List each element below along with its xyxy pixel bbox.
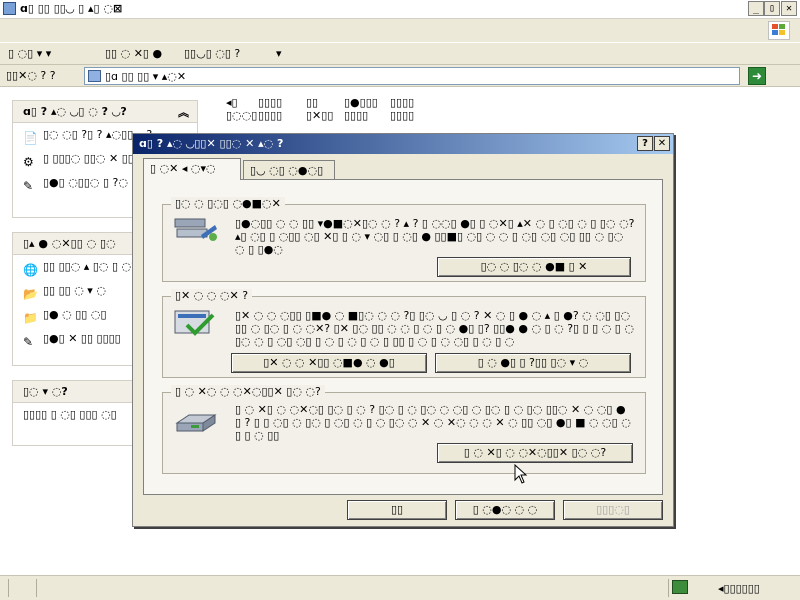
- content-item-line: ▯▯▯▯: [258, 96, 283, 109]
- window-titlebar: ɑ▯ ▯▯ ▯▯◡ ▯ ▴▯ ◌⊠ _ ▯ ✕: [0, 0, 800, 19]
- group-label: ▯✕ ◌ ◌ ◌✕ ?: [171, 289, 253, 302]
- tab-label: ▯◡ ◌▯ ◌●◌▯: [250, 164, 324, 177]
- network-globe-icon: 🌐: [23, 263, 38, 277]
- go-button[interactable]: ➜: [748, 67, 766, 85]
- documents-icon: 📂: [23, 287, 38, 301]
- window-title: ɑ▯ ▯▯ ▯▯◡ ▯ ▴▯ ◌⊠: [20, 2, 123, 15]
- pane-header[interactable]: ɑ▯ ? ▴◌ ◡▯ ◌ ? ◡? ︽: [13, 101, 197, 123]
- place-link-label: ▯●▯ ✕ ▯▯ ▯▯▯▯: [43, 332, 121, 345]
- mouse-cursor-icon: [514, 464, 528, 484]
- add-hardware-wizard-icon: [173, 215, 219, 245]
- content-item[interactable]: ▯▯▯▯ ▯▯▯▯: [390, 96, 414, 122]
- dialog-title: ɑ▯ ? ▴◌ ◡▯▯✕ ▯▯◌ ✕ ▴◌ ?: [139, 137, 284, 150]
- group-description: ▯✕ ◌ ◌ ◌▯▯ ▯■● ◌ ■▯◌ ◌ ◌ ?▯ ▯◌ ◡ ▯ ◌ ? ✕…: [235, 309, 634, 348]
- document-check-icon: 📄: [23, 131, 38, 145]
- group-driver-signing: ▯✕ ◌ ◌ ◌✕ ? ▯✕ ◌ ◌ ◌▯▯ ▯■● ◌ ■▯◌ ◌ ◌ ?▯ …: [162, 289, 646, 378]
- status-cell: [8, 579, 9, 597]
- app-icon: [3, 2, 16, 15]
- settings-icon: ⚙: [23, 155, 34, 169]
- edit-icon: ✎: [23, 179, 34, 193]
- content-item-line: ▯▯: [306, 96, 319, 109]
- back-button[interactable]: ▯ ◌▯ ▾ ▾: [8, 47, 51, 60]
- address-value: ▯ɑ ▯▯ ▯▯ ▾ ▴◌✕: [105, 70, 187, 83]
- content-item-line: ▯▯▯▯: [390, 109, 415, 122]
- pane-title: ▯◌ ▾ ◌?: [23, 385, 68, 398]
- content-item[interactable]: ▯▯ ▯✕▯▯: [306, 96, 333, 122]
- group-description: ▯ ◌ ✕▯ ◌ ◌✕◌▯ ▯◌ ▯ ◌ ? ▯◌ ▯ ◌ ▯◌ ◌ ◌▯ ◌ …: [235, 403, 631, 442]
- hardware-profiles-icon: [173, 407, 219, 437]
- address-bar: ▯▯✕◌ ? ? ▯ɑ ▯▯ ▯▯ ▾ ▴◌✕ ▼ ➜: [0, 65, 800, 87]
- status-bar: ◂▯▯▯▯▯▯: [0, 575, 800, 600]
- apply-button[interactable]: ▯▯▯◌▯: [563, 500, 663, 520]
- control-panel-icon: ✎: [23, 335, 34, 349]
- group-hardware-profiles: ▯ ◌ ✕◌ ◌ ◌✕◌▯▯✕ ▯◌ ◌? ▯ ◌ ✕▯ ◌ ◌✕◌▯ ▯◌ ▯…: [162, 385, 646, 474]
- content-item-line: ▯◌◌▯: [226, 109, 258, 122]
- content-item-line: ▯▯▯▯: [258, 109, 283, 122]
- content-item-line: ◂▯: [226, 96, 238, 109]
- chevron-up-icon[interactable]: ︽: [178, 104, 189, 120]
- close-button[interactable]: ✕: [781, 1, 797, 16]
- pane-title: ɑ▯ ? ▴◌ ◡▯ ◌ ? ◡?: [23, 105, 127, 118]
- minimize-button[interactable]: _: [748, 1, 764, 16]
- content-item-line: ▯▯▯▯: [344, 109, 369, 122]
- dialog-titlebar[interactable]: ɑ▯ ? ▴◌ ◡▯▯✕ ▯▯◌ ✕ ▴◌ ? ? ✕: [133, 134, 673, 154]
- content-item[interactable]: ▯▯▯▯ ▯▯▯▯: [258, 96, 282, 122]
- place-link-label: ▯▯ ▯▯◌ ▴ ▯◌ ▯ ◌?: [43, 260, 137, 273]
- system-properties-dialog: ɑ▯ ? ▴◌ ◡▯▯✕ ▯▯◌ ✕ ▴◌ ? ? ✕ ▯ ◌✕ ◂ ◌▾◌ ▯…: [132, 133, 674, 527]
- help-button[interactable]: ?: [637, 136, 653, 151]
- ok-button[interactable]: ▯▯: [347, 500, 447, 520]
- maximize-button[interactable]: ▯: [764, 1, 780, 16]
- driver-signing-button[interactable]: ▯✕ ◌ ◌ ✕▯▯ ◌■● ◌ ●▯: [231, 353, 427, 373]
- cancel-button[interactable]: ▯ ◌●◌ ◌ ◌: [455, 500, 555, 520]
- add-hardware-wizard-button[interactable]: ▯◌ ◌ ▯◌ ◌ ●■ ▯ ✕: [437, 257, 631, 277]
- tab-panel: ▯◌ ◌ ▯◌▯ ◌●■◌✕ ▯●◌▯▯ ◌ ◌ ▯▯ ▾●■◌✕▯◌ ◌ ? …: [143, 179, 663, 495]
- status-cell: [668, 579, 669, 597]
- menu-bar: [0, 19, 800, 43]
- views-dropdown[interactable]: ▾: [276, 47, 282, 60]
- windows-logo-icon: [768, 21, 790, 40]
- place-link-label: ▯▯ ▯▯ ◌ ▾ ◌: [43, 284, 106, 297]
- group-description: ▯●◌▯▯ ◌ ◌ ▯▯ ▾●■◌✕▯◌ ◌ ? ▴ ? ▯ ◌◌▯ ●▯ ▯ …: [235, 217, 635, 256]
- dialog-close-button[interactable]: ✕: [654, 136, 670, 151]
- address-input[interactable]: ▯ɑ ▯▯ ▯▯ ▾ ▴◌✕ ▼: [84, 67, 740, 85]
- content-item-line: ▯●▯▯▯: [344, 96, 378, 109]
- group-label: ▯◌ ◌ ▯◌▯ ◌●■◌✕: [171, 197, 285, 210]
- pane-title: ▯▴ ● ◌✕▯▯ ◌ ▯◌: [23, 237, 116, 250]
- content-item[interactable]: ◂▯ ▯◌◌▯: [226, 96, 257, 122]
- details-label: ▯▯▯▯ ▯ ◌▯ ▯▯▯ ◌▯: [23, 408, 117, 421]
- toolbar-item-folders[interactable]: ▯▯◡▯ ◌▯ ?: [184, 47, 240, 60]
- content-item-line: ▯▯▯▯: [390, 96, 415, 109]
- group-label: ▯ ◌ ✕◌ ◌ ◌✕◌▯▯✕ ▯◌ ◌?: [171, 385, 325, 398]
- folder-icon: 📁: [23, 311, 38, 325]
- content-item-line: ▯✕▯▯: [306, 109, 334, 122]
- computer-icon: [88, 70, 101, 82]
- status-text: ◂▯▯▯▯▯▯: [718, 582, 760, 595]
- toolbar: ▯ ◌▯ ▾ ▾ ▯▯ ◌ ✕▯ ● ▯▯◡▯ ◌▯ ? ▾: [0, 43, 800, 65]
- computer-status-icon: [672, 580, 688, 594]
- toolbar-item-search[interactable]: ▯▯ ◌ ✕▯ ●: [105, 47, 162, 60]
- tab-hardware[interactable]: ▯ ◌✕ ◂ ◌▾◌: [143, 158, 241, 180]
- group-device-manager: ▯◌ ◌ ▯◌▯ ◌●■◌✕ ▯●◌▯▯ ◌ ◌ ▯▯ ▾●■◌✕▯◌ ◌ ? …: [162, 197, 646, 282]
- tab-label: ▯ ◌✕ ◂ ◌▾◌: [150, 162, 216, 175]
- status-cell: [36, 579, 37, 597]
- device-manager-button[interactable]: ▯ ◌ ●▯ ▯ ?▯▯ ▯◌ ▾ ◌: [435, 353, 631, 373]
- tab-advanced[interactable]: ▯◡ ◌▯ ◌●◌▯: [243, 160, 335, 180]
- address-label: ▯▯✕◌ ? ?: [6, 69, 56, 82]
- hardware-profiles-button[interactable]: ▯ ◌ ✕▯ ◌ ◌✕◌▯▯✕ ▯◌ ◌?: [437, 443, 633, 463]
- device-manager-icon: [173, 309, 219, 339]
- content-item[interactable]: ▯●▯▯▯ ▯▯▯▯: [344, 96, 378, 122]
- place-link-label: ▯● ◌ ▯▯ ◌▯: [43, 308, 107, 321]
